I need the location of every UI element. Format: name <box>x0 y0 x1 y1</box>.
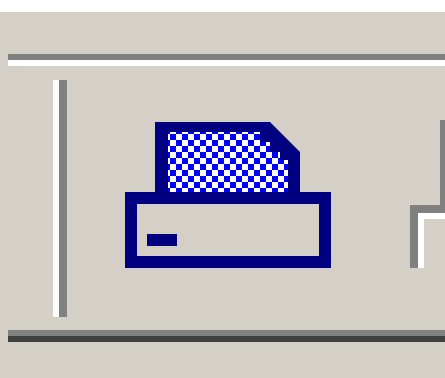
button-frame-highlight <box>418 213 445 268</box>
toolbar-screen <box>0 0 445 378</box>
printer-icon <box>110 110 346 280</box>
toolbar-grip-handle[interactable] <box>53 80 69 317</box>
toolbar-button-partial[interactable] <box>410 120 445 280</box>
grip-shadow <box>59 80 67 317</box>
button-edge-shadow <box>440 120 445 205</box>
window-top-edge <box>0 0 445 12</box>
print-button[interactable] <box>110 110 346 280</box>
content-area-top <box>8 342 445 378</box>
menu-bar-area <box>8 12 445 54</box>
